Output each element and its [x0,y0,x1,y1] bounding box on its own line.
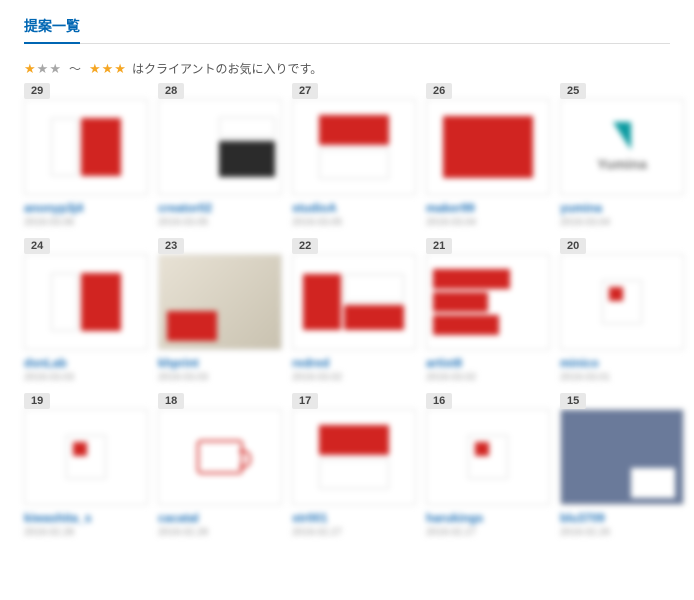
stars-low: ★ ★ ★ [24,62,61,75]
proposal-author[interactable]: dsnLab [24,356,148,370]
proposal-author[interactable]: artist8 [426,356,550,370]
proposal-author[interactable]: anonyp3j4 [24,201,148,215]
proposal-author[interactable]: blu3709 [560,511,684,525]
proposal-date: 2019.02.27 [292,527,416,538]
proposal-thumbnail[interactable] [24,409,148,505]
star-icon: ★ [49,62,61,75]
proposal-thumbnail[interactable] [24,254,148,350]
proposal-date: 2019.03.01 [560,372,684,383]
proposal-card[interactable]: 26maker992019.03.04 [426,91,550,228]
legend-text: はクライアントのお気に入りです。 [132,60,322,77]
favorite-legend: ★ ★ ★ ～ ★ ★ ★ はクライアントのお気に入りです。 [24,60,670,77]
proposal-thumbnail[interactable] [292,409,416,505]
proposal-thumbnail[interactable] [158,409,282,505]
proposal-card[interactable]: 25Yuminayumina2019.03.04 [560,91,684,228]
proposal-card[interactable]: 15blu37092019.02.26 [560,401,684,538]
star-icon: ★ [102,62,114,75]
proposal-date: 2019.03.05 [158,217,282,228]
star-icon: ★ [37,62,49,75]
proposal-author[interactable]: str001 [292,511,416,525]
proposal-author[interactable]: redred [292,356,416,370]
proposal-date: 2019.02.26 [560,527,684,538]
proposal-card[interactable]: 28creator022019.03.05 [158,91,282,228]
proposal-date: 2019.02.28 [24,527,148,538]
proposal-author[interactable]: kiwashita_s [24,511,148,525]
proposal-thumbnail[interactable] [24,99,148,195]
proposal-date: 2019.03.06 [24,217,148,228]
proposal-number-badge: 18 [158,393,184,409]
proposal-thumbnail[interactable] [426,254,550,350]
star-icon: ★ [89,62,101,75]
proposal-number-badge: 24 [24,238,50,254]
proposal-date: 2019.03.04 [560,217,684,228]
proposal-date: 2019.03.04 [426,217,550,228]
proposal-author[interactable]: creator02 [158,201,282,215]
section-title: 提案一覧 [24,16,80,44]
proposal-thumbnail[interactable] [426,99,550,195]
proposal-thumbnail[interactable] [292,99,416,195]
proposal-number-badge: 26 [426,83,452,99]
proposal-card[interactable]: 21artist82019.03.02 [426,246,550,383]
proposal-card[interactable]: 19kiwashita_s2019.02.28 [24,401,148,538]
proposal-number-badge: 29 [24,83,50,99]
proposal-date: 2019.03.05 [292,217,416,228]
star-icon: ★ [24,62,36,75]
proposal-date: 2019.03.02 [292,372,416,383]
proposal-card[interactable]: 24dsnLab2019.03.03 [24,246,148,383]
proposal-thumbnail[interactable] [292,254,416,350]
proposal-date: 2019.03.02 [426,372,550,383]
proposal-date: 2019.03.03 [24,372,148,383]
proposal-author[interactable]: yumina [560,201,684,215]
stars-high: ★ ★ ★ [89,62,126,75]
proposal-author[interactable]: studioA [292,201,416,215]
proposal-author[interactable]: khprint [158,356,282,370]
proposal-number-badge: 27 [292,83,318,99]
proposal-number-badge: 28 [158,83,184,99]
proposal-author[interactable]: cacatal [158,511,282,525]
proposal-card[interactable]: 23khprint2019.03.03 [158,246,282,383]
proposal-thumbnail[interactable] [560,254,684,350]
proposal-thumbnail[interactable] [158,254,282,350]
proposal-number-badge: 17 [292,393,318,409]
proposal-card[interactable]: 29anonyp3j42019.03.06 [24,91,148,228]
proposal-number-badge: 19 [24,393,50,409]
proposal-card[interactable]: 16harukings2019.02.27 [426,401,550,538]
proposal-thumbnail[interactable] [560,409,684,505]
proposal-card[interactable]: 17str0012019.02.27 [292,401,416,538]
proposal-number-badge: 22 [292,238,318,254]
proposal-date: 2019.03.03 [158,372,282,383]
tilde: ～ [69,60,81,77]
proposal-date: 2019.02.27 [426,527,550,538]
section-divider [24,43,670,44]
proposal-number-badge: 25 [560,83,586,99]
proposal-author[interactable]: harukings [426,511,550,525]
proposal-card[interactable]: 22redred2019.03.02 [292,246,416,383]
proposal-grid: 29anonyp3j42019.03.0628creator022019.03.… [24,91,670,538]
proposal-thumbnail[interactable] [426,409,550,505]
proposal-date: 2019.02.28 [158,527,282,538]
proposal-thumbnail[interactable] [158,99,282,195]
proposal-number-badge: 15 [560,393,586,409]
proposal-card[interactable]: 20minico2019.03.01 [560,246,684,383]
proposal-number-badge: 21 [426,238,452,254]
proposal-number-badge: 23 [158,238,184,254]
proposal-thumbnail[interactable]: Yumina [560,99,684,195]
proposal-author[interactable]: minico [560,356,684,370]
proposal-author[interactable]: maker99 [426,201,550,215]
star-icon: ★ [114,62,126,75]
proposal-number-badge: 20 [560,238,586,254]
proposal-card[interactable]: 27studioA2019.03.05 [292,91,416,228]
proposal-card[interactable]: 18cacatal2019.02.28 [158,401,282,538]
proposal-number-badge: 16 [426,393,452,409]
